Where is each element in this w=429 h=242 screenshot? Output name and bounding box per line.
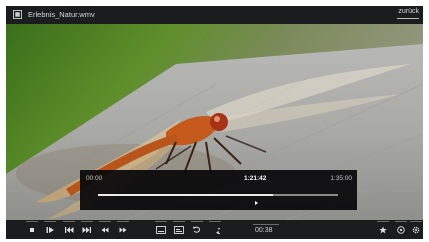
stop-icon (30, 227, 34, 232)
audio-track-icon (174, 225, 184, 234)
fast-forward-button[interactable] (117, 221, 129, 235)
stop-button[interactable] (26, 221, 38, 235)
title-bar: Erlebnis_Natur.wmv zurück (6, 6, 423, 24)
info-button[interactable] (395, 221, 407, 235)
repeat-icon (193, 226, 200, 233)
play-pause-button[interactable] (44, 221, 56, 235)
previous-chapter-button[interactable] (63, 221, 75, 235)
repeat-ab-button[interactable] (209, 221, 221, 235)
control-bar: 00:38 (6, 220, 423, 239)
back-underline (397, 18, 419, 19)
info-icon (397, 225, 405, 234)
seek-position-marker[interactable] (255, 201, 258, 205)
video-file-icon (13, 10, 22, 19)
favorite-button[interactable] (377, 221, 389, 235)
seek-bar[interactable] (98, 194, 338, 196)
next-chapter-button[interactable] (81, 221, 93, 235)
start-time: 00:00 (86, 175, 103, 182)
elapsed-time: 00:38 (253, 224, 279, 234)
skip-forward-icon (82, 226, 91, 233)
settings-button[interactable] (410, 221, 422, 235)
repeat-ab-icon (216, 227, 220, 234)
fast-forward-icon (119, 227, 127, 232)
repeat-button[interactable] (191, 221, 203, 235)
seek-panel: 00:00 1:21:42 1:35:00 (80, 170, 357, 210)
audio-track-button[interactable] (173, 221, 185, 235)
star-icon (379, 226, 387, 233)
skip-back-icon (65, 226, 74, 233)
current-time: 1:21:42 (244, 175, 267, 182)
video-title: Erlebnis_Natur.wmv (28, 10, 95, 19)
subtitles-icon (156, 225, 166, 234)
subtitles-button[interactable] (155, 221, 167, 235)
gear-icon (412, 226, 420, 233)
end-time: 1:35:00 (330, 175, 352, 182)
rewind-button[interactable] (99, 221, 111, 235)
media-player: Erlebnis_Natur.wmv zurück 00:00 1:21:42 … (6, 6, 423, 239)
play-pause-icon (46, 226, 54, 233)
back-button[interactable]: zurück (398, 8, 419, 15)
seek-bar-progress (98, 194, 274, 196)
rewind-icon (101, 227, 109, 232)
